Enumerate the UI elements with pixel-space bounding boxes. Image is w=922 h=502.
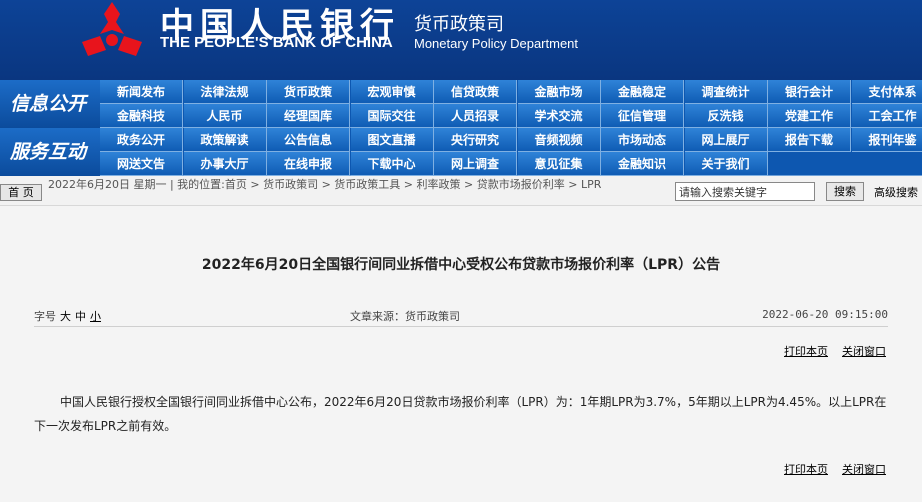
search-input[interactable] <box>675 182 815 201</box>
nav-item[interactable]: 工会工作 <box>851 104 922 128</box>
advanced-search-link[interactable]: 高级搜索 <box>874 184 918 200</box>
article-actions-top: 打印本页 关闭窗口 <box>770 343 886 359</box>
nav-item[interactable]: 人员招录 <box>434 104 517 128</box>
nav-item[interactable]: 在线申报 <box>267 152 350 176</box>
print-link[interactable]: 打印本页 <box>784 345 828 358</box>
article-date: 2022-06-20 09:15:00 <box>762 308 888 321</box>
nav-item[interactable]: 央行研究 <box>434 128 517 152</box>
nav-item[interactable]: 反洗钱 <box>684 104 768 128</box>
main-navigation: 信息公开 新闻发布 法律法规 货币政策 宏观审慎 信贷政策 金融市场 金融稳定 调查统计 银行会… <box>0 80 922 176</box>
nav-item[interactable]: 信贷政策 <box>434 80 517 104</box>
article-body: 中国人民银行授权全国银行间同业拆借中心公布，2022年6月20日贷款市场报价利率… <box>34 395 887 433</box>
nav-item[interactable]: 网上调查 <box>434 152 517 176</box>
nav-item[interactable]: 下载中心 <box>350 152 434 176</box>
font-size-large[interactable]: 大 <box>60 310 71 323</box>
font-size-medium[interactable]: 中 <box>75 310 86 323</box>
nav-item[interactable]: 国际交往 <box>350 104 434 128</box>
nav-section-info: 信息公开 新闻发布 法律法规 货币政策 宏观审慎 信贷政策 金融市场 金融稳定 调查统计 银行会… <box>0 80 922 128</box>
nav-item[interactable]: 调查统计 <box>684 80 768 104</box>
nav-item[interactable]: 新闻发布 <box>100 80 183 104</box>
department-name-cn: 货币政策司 <box>414 14 504 35</box>
nav-item[interactable]: 银行会计 <box>768 80 851 104</box>
nav-item[interactable]: 经理国库 <box>267 104 350 128</box>
home-button[interactable]: 首 页 <box>0 184 42 201</box>
nav-item[interactable]: 办事大厅 <box>183 152 267 176</box>
nav-item[interactable]: 党建工作 <box>768 104 851 128</box>
breadcrumb-bar: 首 页 2022年6月20日 星期一 | 我的位置:首页 > 货币政策司 > 货… <box>0 176 922 206</box>
nav-item[interactable]: 学术交流 <box>517 104 601 128</box>
nav-item[interactable]: 金融科技 <box>100 104 183 128</box>
nav-item[interactable]: 法律法规 <box>183 80 267 104</box>
nav-item[interactable]: 宏观审慎 <box>350 80 434 104</box>
nav-section-service: 服务互动 政务公开 政策解读 公告信息 图文直播 央行研究 音频视频 市场动态 网上展厅 报告下… <box>0 128 922 176</box>
font-size-controls: 字号大中小 <box>34 308 101 324</box>
nav-item[interactable]: 市场动态 <box>601 128 684 152</box>
site-header: 中国人民银行 THE PEOPLE'S BANK OF CHINA 货币政策司 … <box>0 0 922 80</box>
nav-item[interactable]: 报刊年鉴 <box>851 128 922 152</box>
print-link[interactable]: 打印本页 <box>784 463 828 476</box>
nav-item[interactable]: 网上展厅 <box>684 128 768 152</box>
nav-item[interactable]: 征信管理 <box>601 104 684 128</box>
nav-item[interactable]: 支付体系 <box>851 80 922 104</box>
nav-item[interactable]: 网送文告 <box>100 152 183 176</box>
nav-item[interactable]: 意见征集 <box>517 152 601 176</box>
article-meta: 字号大中小 文章来源：货币政策司 2022-06-20 09:15:00 <box>34 308 888 326</box>
nav-item[interactable]: 报告下载 <box>768 128 851 152</box>
nav-item[interactable]: 公告信息 <box>267 128 350 152</box>
meta-divider <box>34 326 888 327</box>
breadcrumb[interactable]: 2022年6月20日 星期一 | 我的位置:首页 > 货币政策司 > 货币政策工… <box>48 178 668 191</box>
nav-item[interactable]: 金融稳定 <box>601 80 684 104</box>
nav-item[interactable]: 关于我们 <box>684 152 768 176</box>
close-window-link[interactable]: 关闭窗口 <box>842 345 886 358</box>
nav-item[interactable]: 政策解读 <box>183 128 267 152</box>
font-size-small[interactable]: 小 <box>90 310 101 323</box>
font-size-label: 字号 <box>34 310 56 323</box>
nav-item[interactable]: 政务公开 <box>100 128 183 152</box>
section-label-service: 服务互动 <box>0 128 100 176</box>
nav-item[interactable]: 图文直播 <box>350 128 434 152</box>
close-window-link[interactable]: 关闭窗口 <box>842 463 886 476</box>
nav-item[interactable]: 金融知识 <box>601 152 684 176</box>
article-source: 文章来源：货币政策司 <box>350 310 460 323</box>
nav-item[interactable]: 金融市场 <box>517 80 601 104</box>
article-title: 2022年6月20日全国银行间同业拆借中心受权公布贷款市场报价利率（LPR）公告 <box>201 257 721 273</box>
nav-item[interactable]: 人民币 <box>183 104 267 128</box>
pboc-emblem-icon[interactable] <box>76 0 148 60</box>
article-actions-bottom: 打印本页 关闭窗口 <box>770 461 886 477</box>
section-label-info: 信息公开 <box>0 80 100 128</box>
department-name-en: Monetary Policy Department <box>414 36 579 51</box>
nav-item[interactable]: 音频视频 <box>517 128 601 152</box>
bank-name-en[interactable]: THE PEOPLE'S BANK OF CHINA <box>160 34 393 51</box>
search-button[interactable]: 搜索 <box>826 182 864 201</box>
nav-item[interactable]: 货币政策 <box>267 80 350 104</box>
